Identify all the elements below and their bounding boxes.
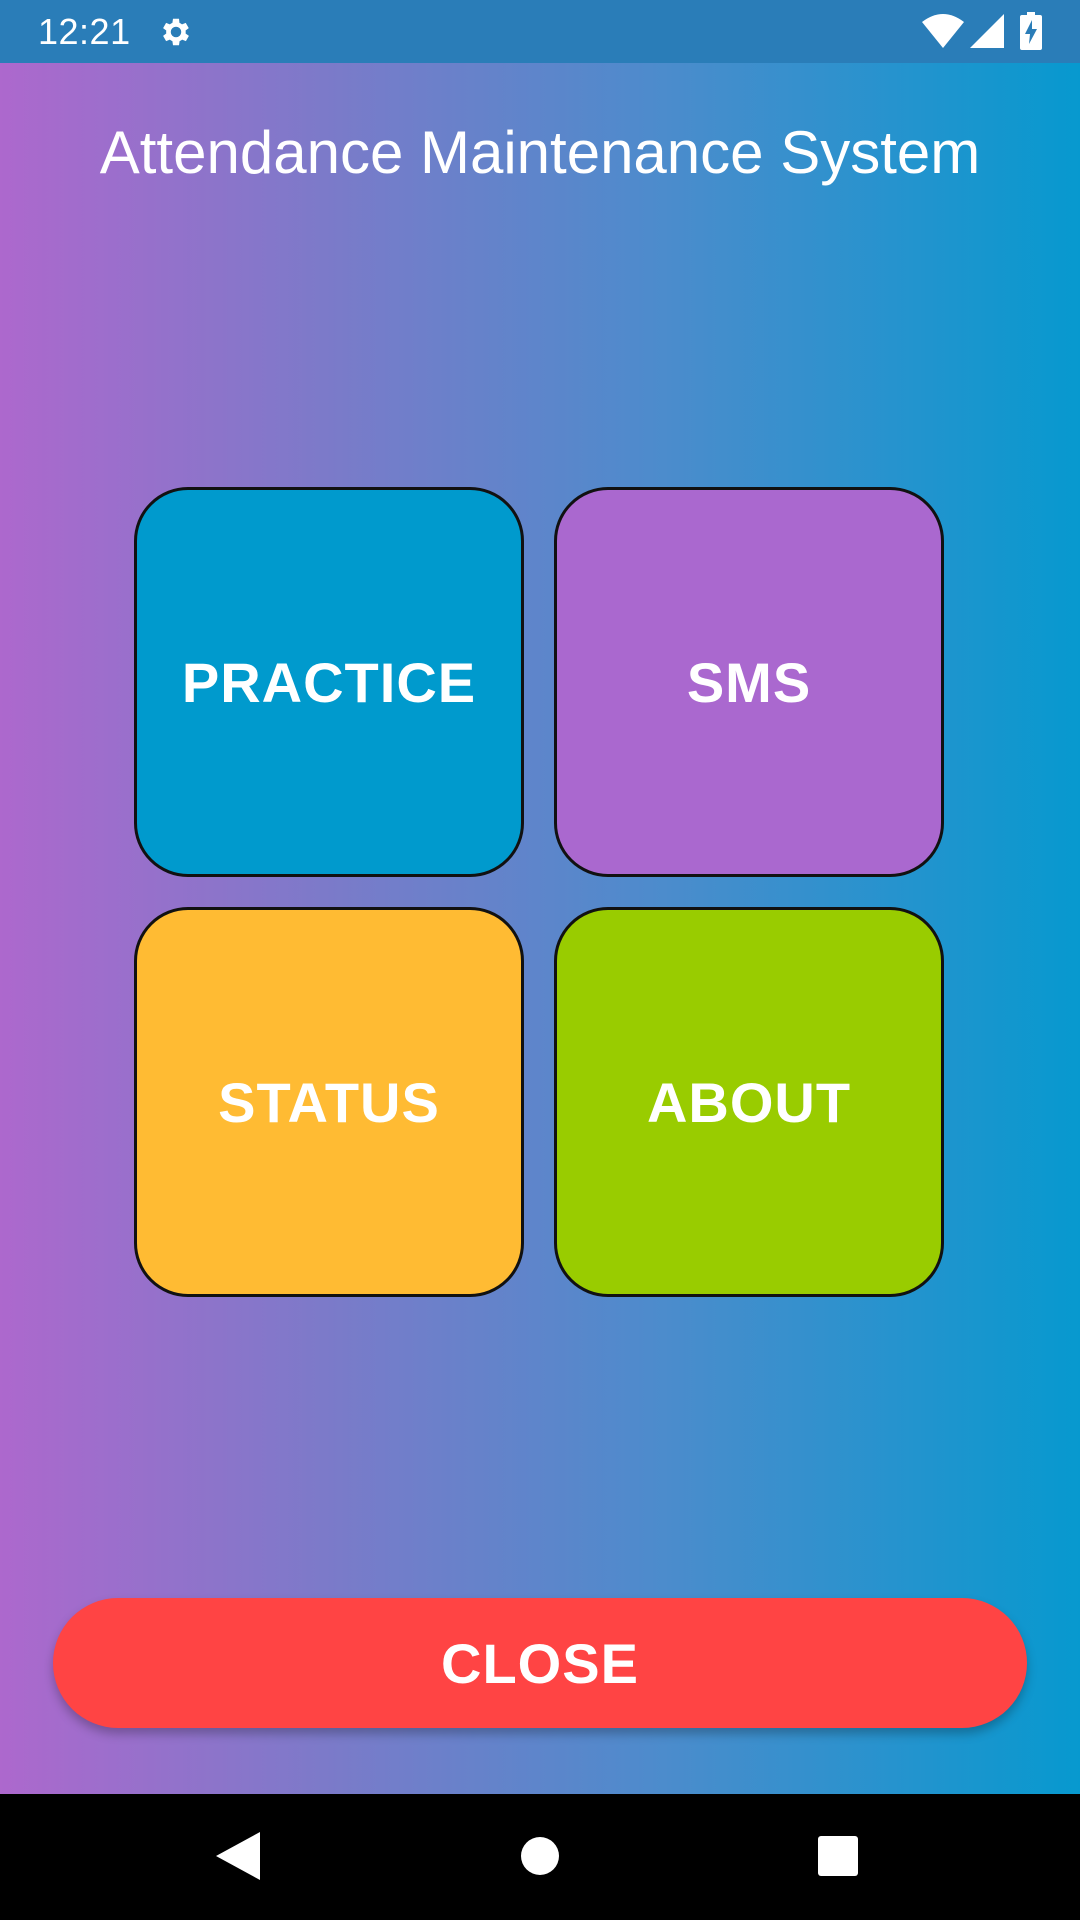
home-icon[interactable] [520, 1836, 560, 1876]
practice-button[interactable]: PRACTICE [134, 487, 524, 877]
about-button-label: ABOUT [646, 1070, 852, 1134]
sms-button-label: SMS [686, 650, 812, 714]
screen: 12:21 Attendance Maintenance System PRAC… [0, 0, 1080, 1920]
page-title: Attendance Maintenance System [99, 119, 981, 186]
back-icon[interactable] [216, 1832, 260, 1880]
wifi-icon [922, 14, 964, 48]
practice-button-label: PRACTICE [181, 650, 477, 714]
signal-icon [970, 14, 1004, 48]
status-button-label: STATUS [218, 1070, 440, 1134]
status-button[interactable]: STATUS [134, 907, 524, 1297]
navigation-bar [0, 1794, 1080, 1920]
recents-icon[interactable] [818, 1836, 858, 1876]
battery-charging-icon [1020, 12, 1042, 50]
status-time: 12:21 [38, 11, 131, 52]
about-button[interactable]: ABOUT [554, 907, 944, 1297]
gear-icon [163, 18, 189, 46]
sms-button[interactable]: SMS [554, 487, 944, 877]
close-button[interactable]: CLOSE [53, 1598, 1027, 1728]
status-bar: 12:21 [0, 0, 1080, 63]
main-content: Attendance Maintenance System PRACTICE S… [0, 63, 1080, 1794]
close-button-label: CLOSE [441, 1631, 639, 1695]
